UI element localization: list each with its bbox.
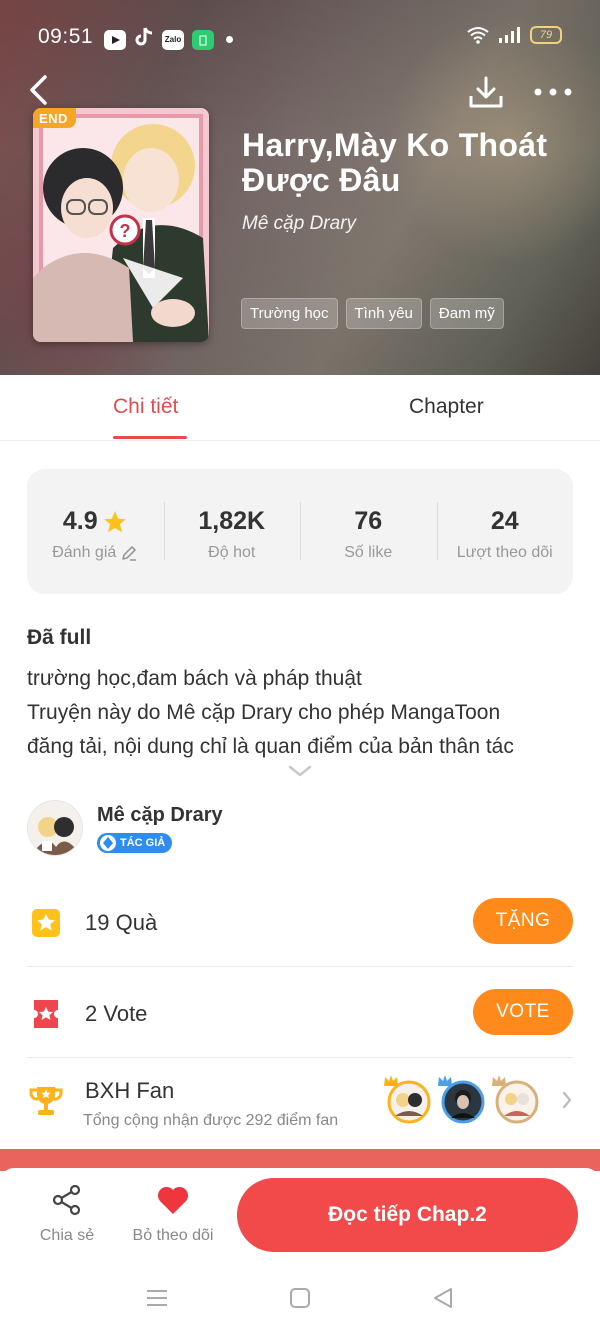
gift-count: 19: [85, 910, 110, 935]
hot-value: 1,82K: [198, 507, 266, 535]
stat-followers: 24 Lượt theo dõi: [436, 469, 574, 594]
battery-app-icon: [192, 29, 214, 50]
comic-title: Harry,Mày Ko Thoát Được Đâu: [242, 127, 548, 198]
chevron-down-icon: [288, 765, 312, 777]
fan-ranking-row[interactable]: BXH Fan Tổng cộng nhận được 292 điểm fan: [27, 1058, 573, 1149]
download-icon: [469, 76, 503, 108]
give-gift-button[interactable]: TẶNG: [473, 898, 573, 944]
tab-chapter[interactable]: Chapter: [409, 395, 484, 419]
crown-icon: [492, 1075, 506, 1086]
stat-likes: 76 Số like: [300, 469, 437, 594]
notification-dot-icon: [226, 36, 233, 43]
followers-value: 24: [490, 507, 519, 535]
author-badge-label: TÁC GIẢ: [120, 837, 166, 849]
home-square-icon: [290, 1288, 310, 1308]
author-badge: TÁC GIẢ: [97, 833, 173, 853]
followers-label: Lượt theo dõi: [456, 544, 553, 561]
comic-cover-image: ?: [33, 108, 209, 342]
active-tab-indicator: [113, 436, 187, 439]
genre-tag[interactable]: Trường học: [241, 298, 338, 329]
star-icon: [103, 510, 126, 532]
gift-icon: [27, 904, 65, 942]
description-line: đăng tải, nội dung chỉ là quan điểm của …: [27, 735, 514, 758]
expand-description-button[interactable]: [286, 762, 314, 780]
status-time: 09:51: [38, 25, 94, 48]
signal-icon: [499, 27, 520, 43]
comic-description[interactable]: trường học,đam bách và pháp thuật Truyện…: [27, 662, 577, 764]
trophy-icon: [27, 1082, 65, 1120]
stat-hot: 1,82K Độ hot: [163, 469, 301, 594]
status-bar: 09:51 Zalo 79: [0, 0, 600, 72]
top-fan-avatar[interactable]: [492, 1075, 539, 1124]
comic-author[interactable]: Mê cặp Drary: [242, 213, 356, 235]
vote-count: 2: [85, 1001, 98, 1026]
continue-reading-button[interactable]: Đọc tiếp Chap.2: [237, 1178, 578, 1252]
fan-ranking-title: BXH Fan: [85, 1078, 175, 1103]
top-fan-avatar[interactable]: [438, 1075, 485, 1124]
bottom-action-bar: Chia sẻ Bỏ theo dõi Đọc tiếp Chap.2: [0, 1168, 600, 1263]
unfollow-button[interactable]: Bỏ theo dõi: [128, 1184, 218, 1245]
home-nav-button[interactable]: [285, 1283, 315, 1313]
gift-row: 19 Quà TẶNG: [27, 876, 573, 967]
chevron-right-icon: [562, 1091, 572, 1109]
share-icon: [52, 1184, 81, 1216]
top-fan-avatars: [384, 1075, 539, 1124]
share-button[interactable]: Chia sẻ: [27, 1184, 107, 1245]
description-line: trường học,đam bách và pháp thuật: [27, 667, 362, 690]
back-nav-button[interactable]: [428, 1283, 458, 1313]
gift-label: Quà: [115, 910, 158, 935]
wifi-icon: [467, 27, 489, 44]
genre-tag[interactable]: Đam mỹ: [429, 298, 504, 329]
stat-rating[interactable]: 4.9 Đánh giá: [27, 469, 164, 594]
battery-icon: 79: [530, 26, 562, 44]
tab-detail[interactable]: Chi tiết: [113, 395, 178, 419]
likes-label: Số like: [344, 544, 393, 561]
unfollow-label: Bỏ theo dõi: [132, 1227, 214, 1244]
tiktok-icon: [134, 26, 154, 53]
stats-card: 4.9 Đánh giá 1,82K Độ hot 76 Số like 24 …: [27, 469, 573, 594]
vote-button[interactable]: VOTE: [473, 989, 573, 1035]
genre-tags: Trường học Tình yêu Đam mỹ: [241, 298, 504, 329]
vote-label: Vote: [103, 1001, 148, 1026]
edit-pencil-icon[interactable]: [120, 544, 138, 562]
comic-header: 09:51 Zalo 79 ? END Harry,Mày Ko Thoát Đ…: [0, 0, 600, 375]
completion-status: Đã full: [27, 626, 92, 649]
back-button[interactable]: [18, 70, 58, 110]
crown-icon: [384, 1075, 398, 1086]
author-name[interactable]: Mê cặp Drary: [97, 804, 223, 827]
end-badge: END: [33, 108, 76, 128]
more-options-button[interactable]: [530, 74, 576, 110]
diamond-icon: [100, 835, 116, 851]
triangle-back-icon: [434, 1288, 452, 1308]
heart-icon: [157, 1186, 189, 1214]
genre-tag[interactable]: Tình yêu: [345, 298, 422, 329]
menu-icon: [147, 1290, 167, 1306]
description-line: Truyện này do Mê cặp Drary cho phép Mang…: [27, 701, 501, 724]
crown-icon: [438, 1075, 452, 1086]
youtube-icon: [104, 29, 126, 50]
chevron-left-icon: [30, 75, 47, 105]
vote-row: 2 Vote VOTE: [27, 967, 573, 1058]
zalo-icon: Zalo: [162, 29, 184, 50]
menu-nav-button[interactable]: [142, 1283, 172, 1313]
download-button[interactable]: [464, 70, 508, 114]
author-avatar[interactable]: [27, 800, 83, 856]
detail-tabs: Chi tiết Chapter: [0, 375, 600, 441]
system-navigation-bar: [0, 1263, 600, 1333]
svg-text:?: ?: [120, 221, 131, 241]
more-dots-icon: [534, 88, 572, 96]
vote-ticket-icon: [27, 995, 65, 1033]
share-label: Chia sẻ: [39, 1227, 95, 1244]
hot-label: Độ hot: [208, 544, 256, 561]
fan-ranking-subtitle: Tổng cộng nhận được 292 điểm fan: [83, 1112, 339, 1129]
rating-value: 4.9: [62, 507, 98, 535]
rating-label: Đánh giá: [52, 544, 117, 561]
top-fan-avatar[interactable]: [384, 1075, 431, 1124]
likes-value: 76: [354, 507, 383, 535]
